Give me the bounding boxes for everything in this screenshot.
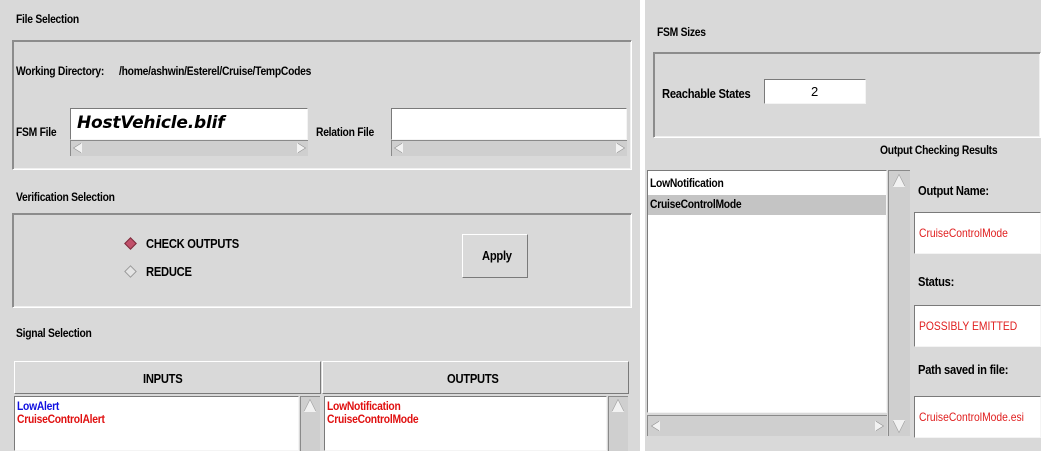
inputs-header-label: INPUTS <box>143 371 183 386</box>
scroll-right-icon[interactable] <box>875 421 883 431</box>
scroll-left-icon[interactable] <box>395 143 403 153</box>
output-results-list[interactable]: LowNotification CruiseControlMode <box>647 170 887 413</box>
output-name-value: CruiseControlMode <box>919 226 1008 240</box>
inputs-list[interactable]: LowAlert CruiseControlAlert <box>14 396 299 451</box>
reachable-states-value: 2 <box>811 84 819 99</box>
file-selection-title: File Selection <box>16 12 79 26</box>
apply-button[interactable]: Apply <box>462 234 528 278</box>
scroll-up-icon[interactable] <box>612 400 624 412</box>
fsm-sizes-title: FSM Sizes <box>657 25 706 39</box>
outputs-header[interactable]: OUTPUTS <box>322 361 629 394</box>
scroll-left-icon[interactable] <box>74 143 82 153</box>
radio-selected-icon <box>124 237 137 250</box>
relation-file-hscroll[interactable] <box>391 140 627 156</box>
radio-check-outputs[interactable]: CHECK OUTPUTS <box>124 236 264 252</box>
inputs-vscroll[interactable] <box>300 396 320 451</box>
scroll-down-icon[interactable] <box>893 420 905 432</box>
status-field: POSSIBLY EMITTED <box>914 305 1041 347</box>
fsm-file-hscroll[interactable] <box>70 140 308 156</box>
radio-reduce-label: REDUCE <box>146 264 192 279</box>
list-item[interactable]: CruiseControlAlert <box>17 413 105 426</box>
list-item-selected: CruiseControlMode <box>650 197 742 211</box>
reachable-states-label: Reachable States <box>662 86 751 101</box>
output-name-label: Output Name: <box>918 183 989 198</box>
radio-reduce[interactable]: REDUCE <box>124 264 264 280</box>
outputs-list[interactable]: LowNotification CruiseControlMode <box>324 396 607 451</box>
apply-button-label: Apply <box>482 248 512 263</box>
scroll-right-icon[interactable] <box>616 143 624 153</box>
scroll-left-icon[interactable] <box>652 421 660 431</box>
status-label: Status: <box>918 274 955 289</box>
output-results-vscroll[interactable] <box>888 170 910 436</box>
list-item[interactable]: CruiseControlMode <box>327 413 419 426</box>
working-dir-label: Working Directory: <box>16 64 105 78</box>
verification-frame <box>12 213 632 308</box>
radio-check-outputs-label: CHECK OUTPUTS <box>146 236 239 251</box>
scroll-right-icon[interactable] <box>297 143 305 153</box>
scroll-up-icon[interactable] <box>893 175 905 187</box>
signal-selection-title: Signal Selection <box>16 326 92 340</box>
output-name-field: CruiseControlMode <box>914 212 1041 254</box>
list-item[interactable]: LowNotification <box>650 177 724 190</box>
status-value: POSSIBLY EMITTED <box>919 319 1018 333</box>
outputs-vscroll[interactable] <box>608 396 628 451</box>
relation-file-label: Relation File <box>316 125 375 139</box>
reachable-states-field: 2 <box>764 79 866 104</box>
relation-file-field[interactable] <box>391 108 627 140</box>
verification-title: Verification Selection <box>16 190 115 204</box>
inputs-header[interactable]: INPUTS <box>14 361 321 394</box>
radio-unselected-icon <box>124 265 137 278</box>
scroll-up-icon[interactable] <box>304 400 316 412</box>
selected-row[interactable]: CruiseControlMode <box>648 195 886 215</box>
outputs-header-label: OUTPUTS <box>447 371 499 386</box>
fsm-file-field[interactable]: HostVehicle.blif <box>70 108 308 140</box>
path-saved-value: CruiseControlMode.esi <box>919 410 1024 424</box>
fsm-file-label: FSM File <box>16 125 57 139</box>
output-results-hscroll[interactable] <box>647 415 887 436</box>
working-dir-value: /home/ashwin/Esterel/Cruise/TempCodes <box>119 64 312 78</box>
path-saved-label: Path saved in file: <box>918 362 1009 377</box>
fsm-file-value: HostVehicle.blif <box>77 113 225 133</box>
path-saved-field: CruiseControlMode.esi <box>914 396 1041 438</box>
output-checking-title: Output Checking Results <box>880 143 998 157</box>
